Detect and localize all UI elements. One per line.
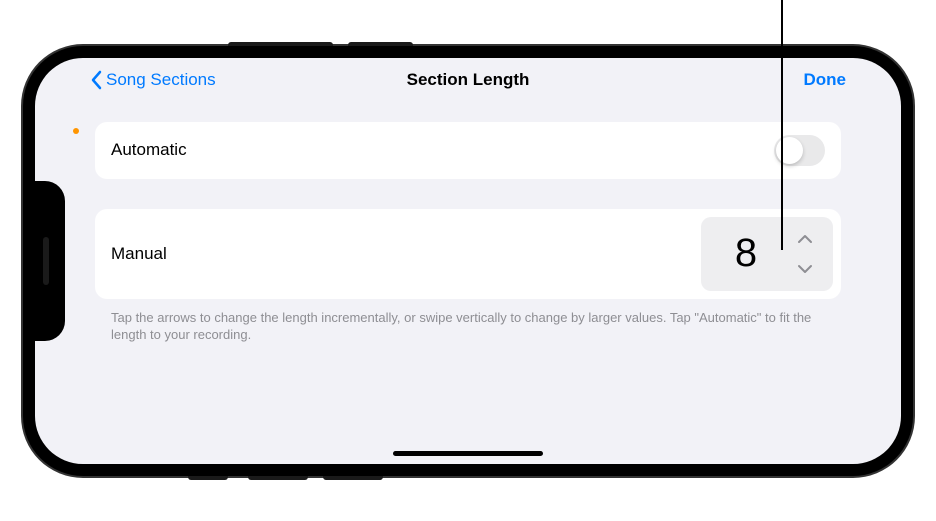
automatic-cell[interactable]: Automatic [95,122,841,179]
navigation-bar: Song Sections Section Length Done [35,58,901,102]
side-button [323,476,383,480]
content-area: Automatic Manual 8 [35,102,901,344]
length-stepper[interactable]: 8 [701,217,833,291]
footer-help-text: Tap the arrows to change the length incr… [95,299,841,344]
automatic-label: Automatic [111,140,187,160]
automatic-group: Automatic [95,122,841,179]
back-label: Song Sections [106,70,216,90]
chevron-down-icon [797,264,813,274]
manual-group: Manual 8 [95,209,841,299]
done-button[interactable]: Done [804,70,847,90]
back-button[interactable]: Song Sections [90,70,216,90]
side-button [248,476,308,480]
volume-button [228,42,333,46]
callout-line [781,0,783,250]
stepper-decrement-button[interactable] [791,257,819,281]
screen: Song Sections Section Length Done Automa… [35,58,901,464]
notch [35,181,65,341]
speaker [43,237,49,285]
chevron-up-icon [797,234,813,244]
home-indicator[interactable] [393,451,543,456]
chevron-left-icon [90,70,102,90]
manual-label: Manual [111,244,167,264]
stepper-value[interactable]: 8 [701,217,791,291]
volume-button [348,42,413,46]
page-title: Section Length [407,70,530,90]
recording-indicator-icon [73,128,79,134]
silent-switch [188,476,228,480]
manual-cell: Manual 8 [95,209,841,299]
stepper-arrows [791,217,833,291]
stepper-increment-button[interactable] [791,227,819,251]
phone-frame: Song Sections Section Length Done Automa… [23,46,913,476]
